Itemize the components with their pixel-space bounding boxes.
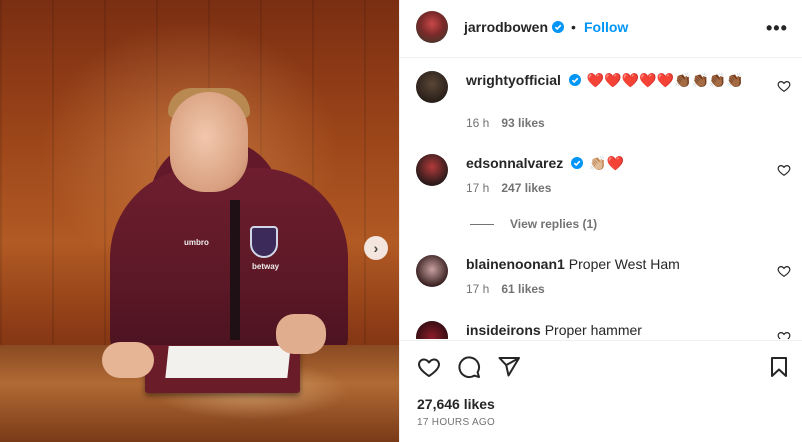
comment-text: 👏🏼❤️: [589, 155, 625, 171]
like-heart-icon[interactable]: [417, 355, 441, 379]
photo-brand-left: umbro: [184, 238, 209, 247]
photo-hand-left: [102, 342, 154, 378]
author-username-wrap[interactable]: jarrodbowen: [464, 19, 565, 37]
verified-badge-icon: [571, 157, 584, 169]
like-comment-heart-icon[interactable]: [777, 79, 791, 93]
header-separator: •: [571, 19, 576, 35]
follow-button[interactable]: Follow: [584, 19, 628, 35]
view-replies-button[interactable]: View replies (1): [470, 217, 597, 231]
photo-face: [170, 92, 248, 192]
photo-hand-right: [276, 314, 326, 354]
comment-meta: 17 h 247 likes: [466, 181, 551, 195]
verified-badge-icon: [568, 74, 581, 86]
author-avatar[interactable]: [416, 11, 448, 43]
commenter-username[interactable]: edsonnalvarez: [466, 155, 563, 171]
comment-time[interactable]: 16 h: [466, 116, 489, 130]
comment-likes[interactable]: 61 likes: [501, 282, 544, 296]
commenter-username[interactable]: blainenoonan1: [466, 256, 565, 272]
comment-body: insideirons Proper hammer: [466, 320, 766, 339]
comment-text: ❤️❤️❤️❤️❤️👏🏾👏🏾👏🏾👏🏾: [586, 72, 744, 88]
commenter-avatar[interactable]: [416, 321, 448, 339]
photo-zip: [230, 200, 240, 340]
photo-brand-right: betway: [252, 262, 280, 271]
chevron-right-icon: ›: [373, 240, 379, 256]
comment-likes[interactable]: 93 likes: [501, 116, 544, 130]
comment-body: wrightyofficial ❤️❤️❤️❤️❤️👏🏾👏🏾👏🏾👏🏾: [466, 70, 766, 90]
comment-meta: 16 h 93 likes: [466, 116, 545, 130]
like-comment-heart-icon[interactable]: [777, 330, 791, 339]
comment-text: Proper West Ham: [568, 256, 680, 272]
like-comment-heart-icon[interactable]: [777, 163, 791, 177]
contract-paper: [165, 346, 291, 378]
save-bookmark-icon[interactable]: [767, 355, 791, 379]
like-comment-heart-icon[interactable]: [777, 264, 791, 278]
author-username[interactable]: jarrodbowen: [464, 19, 548, 35]
next-photo-button[interactable]: ›: [364, 236, 388, 260]
comment-text: Proper hammer: [544, 322, 642, 338]
comment-body: edsonnalvarez 👏🏼❤️: [466, 153, 766, 173]
commenter-username[interactable]: insideirons: [466, 322, 541, 338]
comment-time[interactable]: 17 h: [466, 282, 489, 296]
more-options-icon[interactable]: •••: [766, 18, 788, 39]
commenter-avatar[interactable]: [416, 154, 448, 186]
post-photo[interactable]: umbro betway ›: [0, 0, 399, 442]
comment-meta: 17 h 61 likes: [466, 282, 545, 296]
replies-divider: [470, 224, 494, 226]
commenter-username[interactable]: wrightyofficial: [466, 72, 561, 88]
comment-likes[interactable]: 247 likes: [501, 181, 551, 195]
post-timestamp[interactable]: 17 HOURS AGO: [417, 417, 495, 428]
comments-list[interactable]: wrightyofficial ❤️❤️❤️❤️❤️👏🏾👏🏾👏🏾👏🏾 16 h 93…: [400, 59, 802, 339]
view-replies-label[interactable]: View replies (1): [510, 217, 597, 231]
post-header: jarrodbowen • Follow •••: [400, 0, 802, 58]
comment-time[interactable]: 17 h: [466, 181, 489, 195]
commenter-avatar[interactable]: [416, 255, 448, 287]
club-crest: [250, 226, 278, 258]
post-panel: jarrodbowen • Follow ••• wrightyofficial…: [399, 0, 802, 442]
share-send-icon[interactable]: [497, 355, 521, 379]
comment-bubble-icon[interactable]: [457, 355, 481, 379]
commenter-avatar[interactable]: [416, 71, 448, 103]
comment-body: blainenoonan1 Proper West Ham: [466, 254, 766, 274]
post-likes-count[interactable]: 27,646 likes: [417, 396, 495, 412]
verified-badge-icon: [552, 21, 565, 33]
post-actions: 27,646 likes 17 HOURS AGO: [400, 340, 802, 442]
